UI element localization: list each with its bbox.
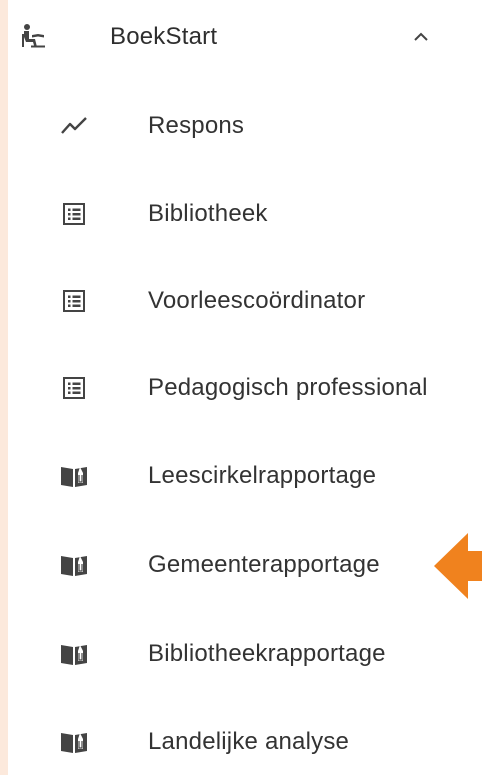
- menu-item-landelijke-analyse[interactable]: Landelijke analyse: [8, 712, 482, 772]
- open-book-icon: [59, 461, 89, 491]
- reading-child-icon: [18, 22, 48, 52]
- menu-item-label: Voorleescoördinator: [148, 287, 366, 314]
- open-book-icon: [59, 639, 89, 669]
- menu-item-bibliotheekrapportage[interactable]: Bibliotheekrapportage: [8, 624, 482, 684]
- open-book-icon: [59, 550, 89, 580]
- menu-item-label: Leescirkelrapportage: [148, 462, 377, 489]
- menu-group-label: BoekStart: [110, 23, 218, 50]
- menu-item-voorleescoordinator[interactable]: Voorleescoördinator: [8, 271, 482, 331]
- menu-item-leescirkelrapportage[interactable]: Leescirkelrapportage: [8, 446, 482, 506]
- menu-item-respons[interactable]: Respons: [8, 96, 482, 156]
- list-document-icon: [59, 286, 89, 316]
- open-book-icon: [59, 727, 89, 757]
- menu-group-boekstart[interactable]: BoekStart: [8, 7, 482, 67]
- list-document-icon: [59, 199, 89, 229]
- menu-item-gemeenterapportage[interactable]: Gemeenterapportage: [8, 535, 482, 595]
- highlight-arrow-icon: [432, 531, 482, 601]
- sidebar-menu: BoekStart Respons Bibliotheek Voorleesco…: [8, 0, 482, 775]
- menu-item-label: Gemeenterapportage: [148, 551, 380, 578]
- menu-item-label: Respons: [148, 112, 245, 139]
- menu-item-pedagogisch-professional[interactable]: Pedagogisch professional: [8, 358, 482, 418]
- chevron-up-icon[interactable]: [410, 26, 432, 48]
- trend-line-icon: [59, 111, 89, 141]
- menu-item-label: Bibliotheek: [148, 200, 268, 227]
- menu-item-bibliotheek[interactable]: Bibliotheek: [8, 184, 482, 244]
- menu-item-label: Pedagogisch professional: [148, 374, 428, 401]
- list-document-icon: [59, 373, 89, 403]
- menu-item-label: Bibliotheekrapportage: [148, 640, 386, 667]
- menu-item-label: Landelijke analyse: [148, 728, 350, 755]
